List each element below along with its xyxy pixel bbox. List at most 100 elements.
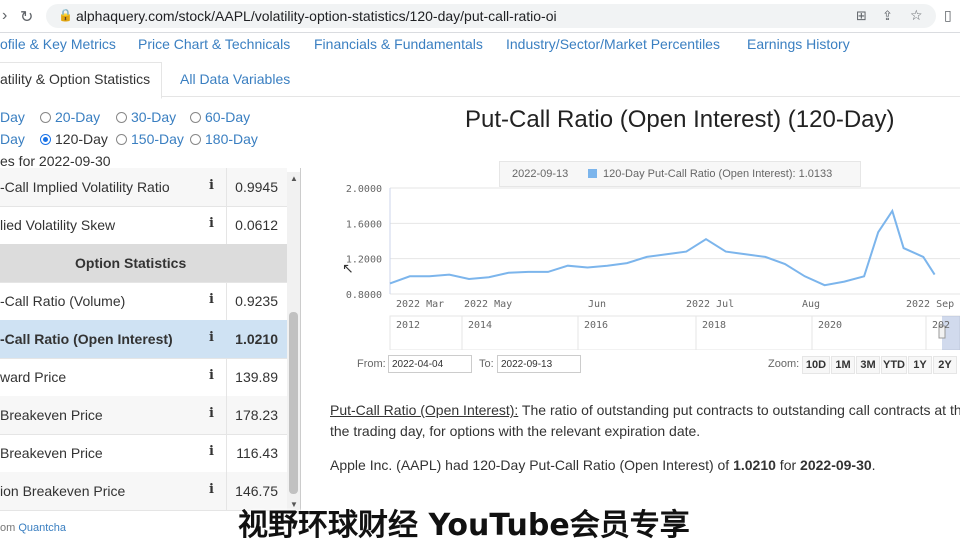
to-label: To:: [479, 358, 494, 370]
nav-price-chart[interactable]: Price Chart & Technicals: [138, 36, 290, 52]
sidebar-icon[interactable]: ▯: [944, 7, 952, 24]
period-option[interactable]: 150-Day: [116, 131, 184, 147]
period-option[interactable]: 30-Day: [116, 109, 176, 125]
info-icon[interactable]: i: [209, 444, 214, 459]
x-tick-label: 2022 May: [464, 299, 512, 310]
radio-icon[interactable]: [190, 111, 201, 123]
period-option[interactable]: 60-Day: [190, 109, 250, 125]
nav-earnings[interactable]: Earnings History: [747, 36, 850, 52]
zoom-3m-button[interactable]: 3M: [856, 356, 880, 374]
row-value-cell: 0.9235: [226, 282, 288, 320]
row-value: 146.75: [235, 483, 278, 499]
period-option[interactable]: Day: [0, 109, 25, 125]
info-icon[interactable]: i: [209, 292, 214, 307]
period-row-2: Day 120-Day 150-Day 180-Day: [0, 131, 300, 149]
reload-icon[interactable]: ↻: [20, 7, 33, 27]
data-credit: om Quantcha: [0, 522, 67, 534]
y-axis: 2.00001.60001.20000.8000: [346, 184, 382, 301]
table-row-selected[interactable]: -Call Ratio (Open Interest) i 1.0210: [0, 320, 287, 359]
x-tick-label: Jun: [588, 299, 606, 310]
period-option[interactable]: Day: [0, 131, 25, 147]
video-subtitle: 视野环球财经 YouTube会员专享: [238, 508, 690, 543]
row-value-cell: 0.0612: [226, 206, 288, 244]
radio-selected-icon[interactable]: [40, 133, 51, 145]
x-tick-label: 2022 Sep: [906, 299, 954, 310]
row-label: -Call Ratio (Open Interest): [0, 331, 173, 347]
bookmark-star-icon[interactable]: ☆: [910, 7, 923, 24]
row-value-cell: 139.89: [226, 358, 288, 396]
row-label: ward Price: [0, 369, 67, 385]
info-icon[interactable]: i: [209, 406, 214, 421]
zoom-1y-button[interactable]: 1Y: [908, 356, 932, 374]
y-tick-label: 0.8000: [346, 290, 382, 301]
x-axis: 2022 Mar 2022 May Jun 2022 Jul Aug 2022 Sep: [396, 299, 954, 310]
table-row[interactable]: ward Price i 139.89: [0, 358, 287, 397]
navigator-tick-label: 202: [932, 320, 950, 331]
tooltip-text: 120-Day Put-Call Ratio (Open Interest): …: [603, 168, 833, 180]
info-icon[interactable]: i: [209, 330, 214, 345]
info-icon[interactable]: i: [209, 482, 214, 497]
forward-icon[interactable]: ›: [2, 7, 7, 25]
credit-link[interactable]: Quantcha: [18, 522, 66, 534]
summary-date: 2022-09-30: [800, 457, 872, 473]
navigator-tick-label: 2020: [818, 320, 842, 331]
row-label: Breakeven Price: [0, 407, 103, 423]
info-icon[interactable]: i: [209, 368, 214, 383]
range-navigator[interactable]: 2012 2014 2016 2018 2020 202: [389, 315, 960, 350]
values-date-label: es for 2022-09-30: [0, 153, 111, 169]
zoom-ytd-button[interactable]: YTD: [881, 356, 907, 374]
table-row[interactable]: Breakeven Price i 116.43: [0, 434, 287, 473]
from-date-input[interactable]: [388, 355, 472, 373]
table-row[interactable]: -Call Implied Volatility Ratio i 0.9945: [0, 168, 287, 207]
row-value: 1.0210: [235, 331, 278, 347]
scrollbar-thumb[interactable]: [289, 312, 298, 494]
zoom-10d-button[interactable]: 10D: [802, 356, 830, 374]
table-row[interactable]: lied Volatility Skew i 0.0612: [0, 206, 287, 245]
table-section-header: Option Statistics: [0, 244, 287, 283]
row-value-cell: 1.0210: [226, 320, 288, 358]
row-label: ion Breakeven Price: [0, 483, 126, 499]
navigator-tick-label: 2018: [702, 320, 726, 331]
period-option[interactable]: 180-Day: [190, 131, 258, 147]
chart-title: Put-Call Ratio (Open Interest) (120-Day): [465, 106, 895, 133]
series-line[interactable]: [389, 208, 936, 287]
row-label: -Call Implied Volatility Ratio: [0, 179, 170, 195]
nav-percentiles[interactable]: Industry/Sector/Market Percentiles: [506, 36, 720, 52]
zoom-1m-button[interactable]: 1M: [831, 356, 855, 374]
navigator-tick-label: 2014: [468, 320, 492, 331]
radio-icon[interactable]: [116, 133, 127, 145]
y-tick-label: 2.0000: [346, 184, 382, 195]
nav-profile[interactable]: ofile & Key Metrics: [0, 36, 116, 52]
navigator-tick-label: 2016: [584, 320, 608, 331]
row-value: 116.43: [236, 445, 278, 461]
url-text[interactable]: alphaquery.com/stock/AAPL/volatility-opt…: [76, 8, 557, 24]
radio-icon[interactable]: [190, 133, 201, 145]
info-icon[interactable]: i: [209, 178, 214, 193]
period-option-selected[interactable]: 120-Day: [40, 131, 108, 147]
scroll-up-icon[interactable]: ▲: [290, 174, 298, 183]
table-row[interactable]: -Call Ratio (Volume) i 0.9235: [0, 282, 287, 321]
radio-icon[interactable]: [116, 111, 127, 123]
row-value: 178.23: [235, 407, 278, 423]
translate-icon[interactable]: ⊞: [856, 8, 867, 24]
x-tick-label: Aug: [802, 299, 820, 310]
to-date-input[interactable]: [497, 355, 581, 373]
zoom-2y-button[interactable]: 2Y: [933, 356, 957, 374]
tab-all-data[interactable]: All Data Variables: [180, 71, 290, 87]
period-row-1: Day 20-Day 30-Day 60-Day: [0, 109, 300, 127]
navigator-tick-label: 2012: [396, 320, 420, 331]
row-value: 0.9945: [235, 179, 278, 195]
lock-icon[interactable]: 🔒: [58, 8, 73, 22]
definition-line-1: Put-Call Ratio (Open Interest): The rati…: [330, 402, 960, 418]
tab-volatility[interactable]: atility & Option Statistics: [0, 71, 150, 87]
summary-line: Apple Inc. (AAPL) had 120-Day Put-Call R…: [330, 457, 876, 473]
radio-icon[interactable]: [40, 111, 51, 123]
row-value: 0.0612: [235, 217, 278, 233]
period-option[interactable]: 20-Day: [40, 109, 100, 125]
nav-financials[interactable]: Financials & Fundamentals: [314, 36, 483, 52]
chart-plot[interactable]: 2.00001.60001.20000.8000 2022 Mar 2022 Ma…: [330, 180, 960, 350]
table-row[interactable]: Breakeven Price i 178.23: [0, 396, 287, 435]
row-value: 0.9235: [235, 293, 278, 309]
info-icon[interactable]: i: [209, 216, 214, 231]
share-icon[interactable]: ⇪: [882, 8, 893, 24]
